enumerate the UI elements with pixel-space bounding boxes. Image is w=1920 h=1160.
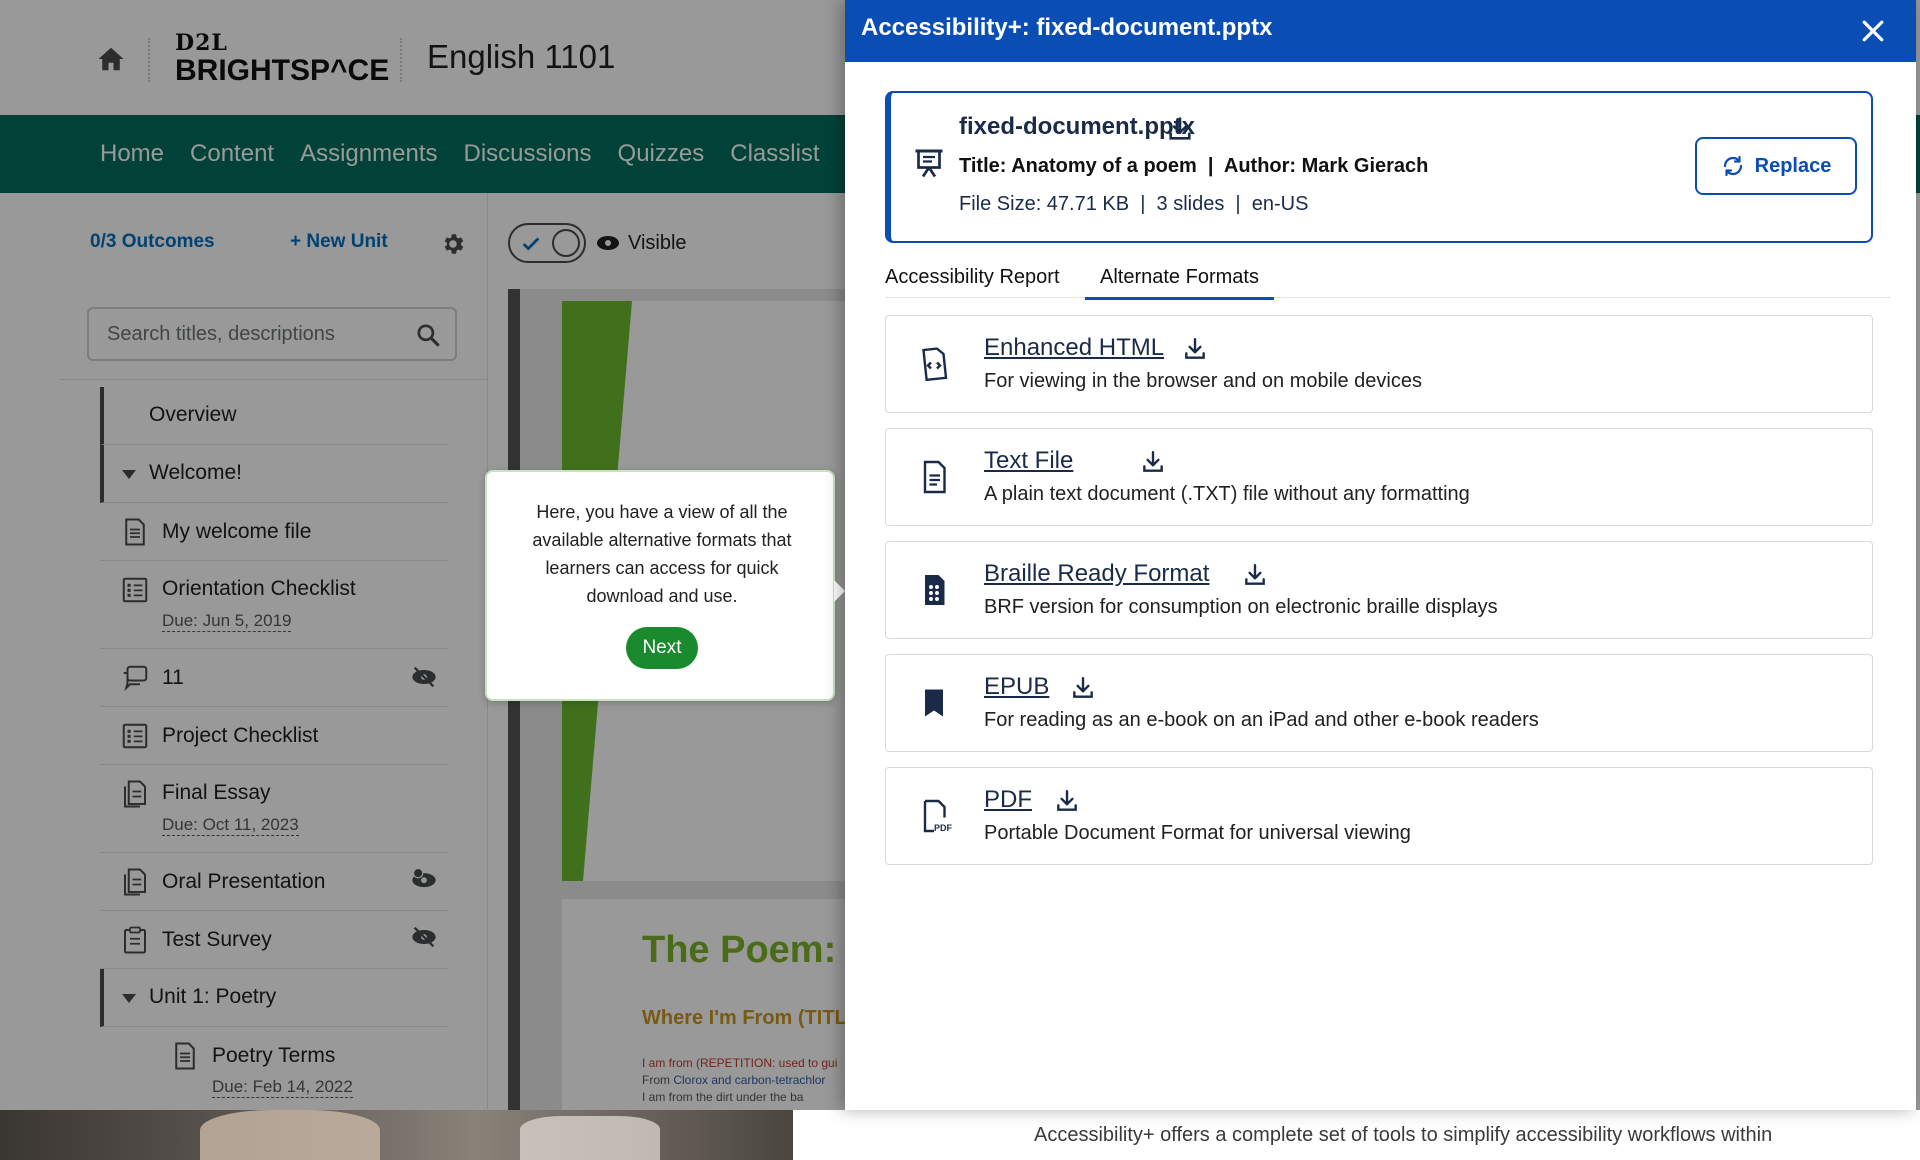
format-description: Portable Document Format for universal v… (984, 822, 1411, 844)
svg-text:PDF: PDF (934, 823, 952, 833)
braille-file-icon (925, 575, 945, 605)
format-card-epub: EPUB For reading as an e-book on an iPad… (885, 654, 1873, 752)
format-description: For viewing in the browser and on mobile… (984, 370, 1422, 392)
coach-mark-popover: Here, you have a view of all the availab… (485, 470, 845, 701)
code-file-icon (922, 347, 948, 382)
format-link[interactable]: EPUB (984, 673, 1049, 701)
file-info-card: fixed-document.pptx Title: Anatomy of a … (885, 91, 1873, 243)
replace-button[interactable]: Replace (1695, 137, 1857, 195)
presentation-icon (915, 149, 943, 178)
replace-label: Replace (1754, 154, 1832, 177)
format-description: BRF version for consumption on electroni… (984, 596, 1498, 618)
download-icon[interactable] (1182, 336, 1208, 362)
coach-mark-text: Here, you have a view of all the availab… (532, 502, 792, 606)
download-icon[interactable] (1054, 788, 1080, 814)
format-card-text-file: Text File A plain text document (.TXT) f… (885, 428, 1873, 526)
format-card-enhanced-html: Enhanced HTML For viewing in the browser… (885, 315, 1873, 413)
refresh-icon (1723, 155, 1742, 177)
file-meta: File Size: 47.71 KB | 3 slides | en-US (959, 193, 1309, 215)
background-photo (0, 1110, 793, 1160)
accessibility-drawer: Accessibility+: fixed-document.pptx fixe… (845, 0, 1916, 1110)
drawer-tabs: Accessibility Report Alternate Formats (885, 260, 1891, 300)
pdf-file-icon: PDF (923, 799, 952, 833)
book-icon (925, 689, 943, 717)
close-icon[interactable] (1858, 16, 1888, 46)
download-icon[interactable] (1070, 675, 1096, 701)
file-name: fixed-document.pptx (959, 113, 1196, 140)
text-file-icon (923, 460, 946, 494)
tab-alternate-formats[interactable]: Alternate Formats (1085, 266, 1274, 300)
format-link[interactable]: Text File (984, 447, 1073, 475)
drawer-title: Accessibility+: fixed-document.pptx (861, 14, 1273, 41)
format-card-braille: Braille Ready Format BRF version for con… (885, 541, 1873, 639)
drawer-header: Accessibility+: fixed-document.pptx (845, 0, 1916, 62)
photo-detail (520, 1116, 660, 1160)
format-card-pdf: PDF PDF Portable Document Format for uni… (885, 767, 1873, 865)
download-icon[interactable] (1166, 115, 1194, 143)
file-title-author: Title: Anatomy of a poem | Author: Mark … (959, 155, 1429, 177)
format-link[interactable]: Enhanced HTML (984, 334, 1164, 362)
marketing-strip: Accessibility+ offers a complete set of … (0, 1110, 1920, 1160)
format-description: A plain text document (.TXT) file withou… (984, 483, 1470, 505)
format-link[interactable]: Braille Ready Format (984, 560, 1209, 588)
photo-detail (200, 1110, 380, 1160)
next-button[interactable]: Next (626, 627, 698, 669)
format-link[interactable]: PDF (984, 786, 1032, 814)
tab-accessibility-report[interactable]: Accessibility Report (885, 266, 1060, 297)
marketing-text: Accessibility+ offers a complete set of … (1034, 1124, 1773, 1146)
download-icon[interactable] (1242, 562, 1268, 588)
format-description: For reading as an e-book on an iPad and … (984, 709, 1539, 731)
download-icon[interactable] (1140, 449, 1166, 475)
